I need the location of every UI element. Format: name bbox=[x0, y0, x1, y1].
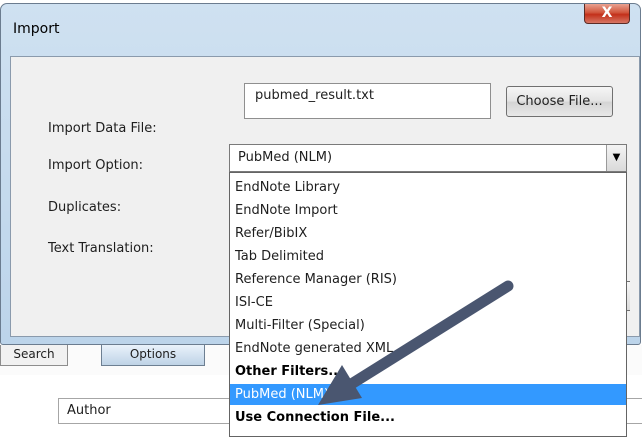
author-field[interactable]: Author bbox=[58, 398, 244, 424]
import-option-label: Import Option: bbox=[48, 158, 144, 173]
duplicates-label: Duplicates: bbox=[48, 200, 122, 215]
dropdown-item[interactable]: EndNote Import bbox=[230, 200, 626, 221]
close-icon: X bbox=[601, 5, 613, 21]
dropdown-item[interactable]: Reference Manager (RIS) bbox=[230, 269, 626, 290]
tab-search[interactable]: Search bbox=[0, 345, 68, 366]
import-option-dropdown: EndNote Library EndNote Import Refer/Bib… bbox=[229, 172, 627, 437]
dropdown-item-other-filters[interactable]: Other Filters... bbox=[230, 361, 626, 382]
dropdown-item-connection-file[interactable]: Use Connection File... bbox=[230, 407, 626, 428]
dropdown-item[interactable]: Multi-Filter (Special) bbox=[230, 315, 626, 336]
text-translation-label: Text Translation: bbox=[48, 241, 154, 256]
dropdown-item[interactable]: EndNote generated XML bbox=[230, 338, 626, 359]
import-data-file-label: Import Data File: bbox=[48, 121, 157, 136]
chevron-down-icon[interactable]: ▼ bbox=[606, 145, 626, 171]
import-data-file-input[interactable]: pubmed_result.txt bbox=[244, 83, 491, 119]
choose-file-button[interactable]: Choose File... bbox=[506, 86, 613, 117]
tab-options[interactable]: Options bbox=[101, 345, 205, 366]
dropdown-item[interactable]: Refer/BibIX bbox=[230, 223, 626, 244]
close-button[interactable]: X bbox=[584, 4, 630, 24]
dropdown-item[interactable]: ISI-CE bbox=[230, 292, 626, 313]
import-option-select[interactable]: PubMed (NLM) bbox=[229, 144, 627, 172]
dropdown-item[interactable]: Tab Delimited bbox=[230, 246, 626, 267]
dialog-title: Import bbox=[13, 21, 60, 37]
dropdown-item[interactable]: EndNote Library bbox=[230, 177, 626, 198]
dropdown-item-selected[interactable]: PubMed (NLM) bbox=[230, 384, 626, 405]
